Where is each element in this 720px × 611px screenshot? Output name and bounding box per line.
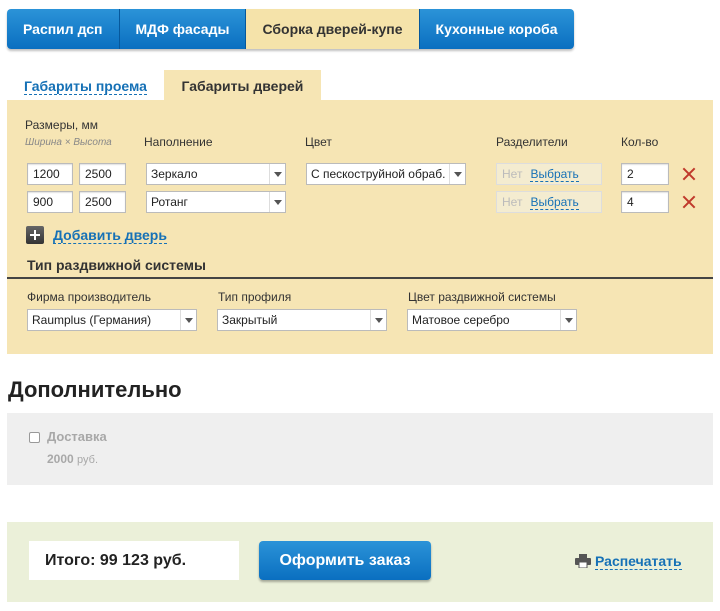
tab-opening-label: Габариты проема [24,78,147,95]
system-color-select-value: Матовое серебро [412,313,510,327]
tab-opening[interactable]: Габариты проема [7,70,164,100]
maker-select[interactable]: Raumplus (Германия) [27,309,197,331]
plus-icon[interactable] [26,226,44,244]
chevron-down-icon [269,192,285,212]
width-input[interactable]: 1200 [27,163,73,185]
nav-item-kitchen[interactable]: Кухонные короба [419,9,574,49]
print-label: Распечатать [595,553,682,570]
dividers-value: Нет [502,167,523,181]
delivery-currency: руб. [77,454,99,466]
sliding-system-title: Тип раздвижной системы [27,257,206,273]
height-input[interactable]: 2500 [79,191,126,213]
nav-item-mdf[interactable]: МДФ фасады [119,9,247,49]
profile-select-value: Закрытый [222,313,278,327]
fill-select-value: Зеркало [151,167,198,181]
color-select[interactable]: С пескоструйной обраб. [306,163,466,185]
delete-icon[interactable] [682,167,696,181]
profile-select[interactable]: Закрытый [217,309,387,331]
doors-panel: Размеры, мм Ширина × Высота Наполнение Ц… [7,100,713,354]
qty-input[interactable]: 2 [621,163,669,185]
delivery-checkbox[interactable] [29,432,40,443]
dividers-value: Нет [502,195,523,209]
chevron-down-icon [449,164,465,184]
chevron-down-icon [269,164,285,184]
order-button[interactable]: Оформить заказ [259,541,431,580]
dividers-box: Нет Выбрать [496,163,602,185]
top-nav: Распил дсп МДФ фасады Сборка дверей-купе… [7,9,574,49]
fill-select[interactable]: Зеркало [146,163,286,185]
order-footer: Итого: 99 123 руб. Оформить заказ Распеч… [7,522,713,602]
extra-panel: Доставка 2000 руб. [7,413,713,485]
system-color-select[interactable]: Матовое серебро [407,309,577,331]
chevron-down-icon [180,310,196,330]
dividers-label: Разделители [496,135,568,149]
add-door-link[interactable]: Добавить дверь [53,227,167,244]
delivery-price: 2000 руб. [47,452,98,466]
maker-select-value: Raumplus (Германия) [32,313,152,327]
color-select-value: С пескоструйной обраб. [311,167,446,181]
chevron-down-icon [370,310,386,330]
nav-item-doors[interactable]: Сборка дверей-купе [246,9,420,49]
fill-label: Наполнение [144,135,213,149]
width-input[interactable]: 900 [27,191,73,213]
nav-item-dsp[interactable]: Распил дсп [7,9,120,49]
maker-label: Фирма производитель [27,290,152,304]
dividers-select-link[interactable]: Выбрать [530,167,579,182]
divider [7,277,713,279]
extra-title: Дополнительно [8,377,182,402]
printer-icon [575,554,591,569]
qty-input[interactable]: 4 [621,191,669,213]
height-input[interactable]: 2500 [79,163,126,185]
profile-label: Тип профиля [218,290,292,304]
total-box: Итого: 99 123 руб. [29,541,239,580]
delivery-price-value: 2000 [47,452,74,466]
qty-label: Кол-во [621,135,659,149]
fill-select-value: Ротанг [151,195,188,209]
delete-icon[interactable] [682,195,696,209]
tab-doors[interactable]: Габариты дверей [163,70,321,100]
fill-select[interactable]: Ротанг [146,191,286,213]
tabs: Габариты проема Габариты дверей [7,70,321,100]
print-link[interactable]: Распечатать [575,553,682,570]
sizes-sublabel: Ширина × Высота [25,137,112,148]
dividers-box: Нет Выбрать [496,191,602,213]
delivery-label: Доставка [47,429,107,444]
sizes-label: Размеры, мм [25,118,99,132]
chevron-down-icon [560,310,576,330]
add-door-label: Добавить дверь [53,227,167,244]
dividers-select-link[interactable]: Выбрать [530,195,579,210]
system-color-label: Цвет раздвижной системы [408,290,556,304]
color-label: Цвет [305,135,332,149]
